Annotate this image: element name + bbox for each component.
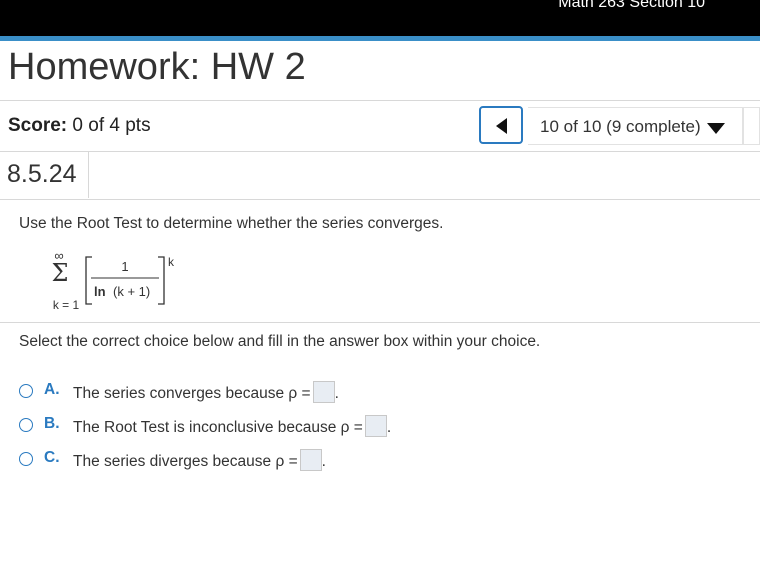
right-bracket xyxy=(158,256,165,305)
top-bar: Math 263 Section 10 xyxy=(0,0,760,36)
score-display: Score: 0 of 4 pts xyxy=(8,115,151,137)
answer-input-a[interactable] xyxy=(312,381,335,403)
series-formula: ∞ Σ k = 1 1 ln (k + 1) k xyxy=(52,248,175,312)
choice-text-wrapper: The Root Test is inconclusive because ρ … xyxy=(73,415,392,439)
choice-b[interactable]: B. The Root Test is inconclusive because… xyxy=(19,415,439,441)
choice-text-wrapper: The series converges because ρ =. xyxy=(73,381,339,405)
sum-lower-limit: k = 1 xyxy=(53,298,80,312)
score-value: 0 of 4 pts xyxy=(72,115,151,136)
triangle-down-icon xyxy=(707,123,725,134)
choice-text-wrapper: The series diverges because ρ =. xyxy=(73,449,326,473)
homework-title: Homework: HW 2 xyxy=(8,46,306,88)
choice-text: The Root Test is inconclusive because ρ … xyxy=(73,419,363,437)
question-selector-dropdown[interactable]: 10 of 10 (9 complete) xyxy=(528,107,743,145)
fraction-numerator: 1 xyxy=(121,259,128,274)
score-label: Score: xyxy=(8,115,68,136)
left-bracket xyxy=(85,256,92,305)
period: . xyxy=(321,453,326,471)
denominator-argument: (k + 1) xyxy=(113,284,150,299)
accent-divider xyxy=(0,36,760,41)
divider xyxy=(0,199,760,200)
choice-c[interactable]: C. The series diverges because ρ =. xyxy=(19,449,439,475)
next-question-button[interactable] xyxy=(743,107,760,145)
choice-letter: B. xyxy=(44,415,60,432)
instruction-text: Select the correct choice below and fill… xyxy=(19,333,541,350)
radio-button-a[interactable] xyxy=(19,384,33,398)
choice-letter: A. xyxy=(44,381,60,398)
choice-letter: C. xyxy=(44,449,60,466)
course-name: Math 263 Section 10 xyxy=(558,0,705,11)
answer-input-c[interactable] xyxy=(299,449,322,471)
choice-text: The series converges because ρ = xyxy=(73,385,311,403)
question-prompt: Use the Root Test to determine whether t… xyxy=(19,215,444,232)
divider xyxy=(0,322,760,323)
exponent: k xyxy=(168,255,175,269)
choice-a[interactable]: A. The series converges because ρ =. xyxy=(19,381,439,407)
sigma-symbol: Σ xyxy=(52,259,69,287)
radio-button-c[interactable] xyxy=(19,452,33,466)
divider xyxy=(0,100,760,101)
radio-button-b[interactable] xyxy=(19,418,33,432)
choice-text: The series diverges because ρ = xyxy=(73,453,298,471)
denominator-function: ln xyxy=(94,284,106,299)
question-number: 8.5.24 xyxy=(7,160,77,188)
question-number-box: 8.5.24 xyxy=(0,152,89,198)
answer-input-b[interactable] xyxy=(364,415,387,437)
previous-question-button[interactable] xyxy=(479,106,523,144)
question-selector-value: 10 of 10 (9 complete) xyxy=(540,117,701,136)
divider xyxy=(0,151,760,152)
triangle-left-icon xyxy=(496,118,507,134)
period: . xyxy=(386,419,392,437)
period: . xyxy=(334,385,339,403)
